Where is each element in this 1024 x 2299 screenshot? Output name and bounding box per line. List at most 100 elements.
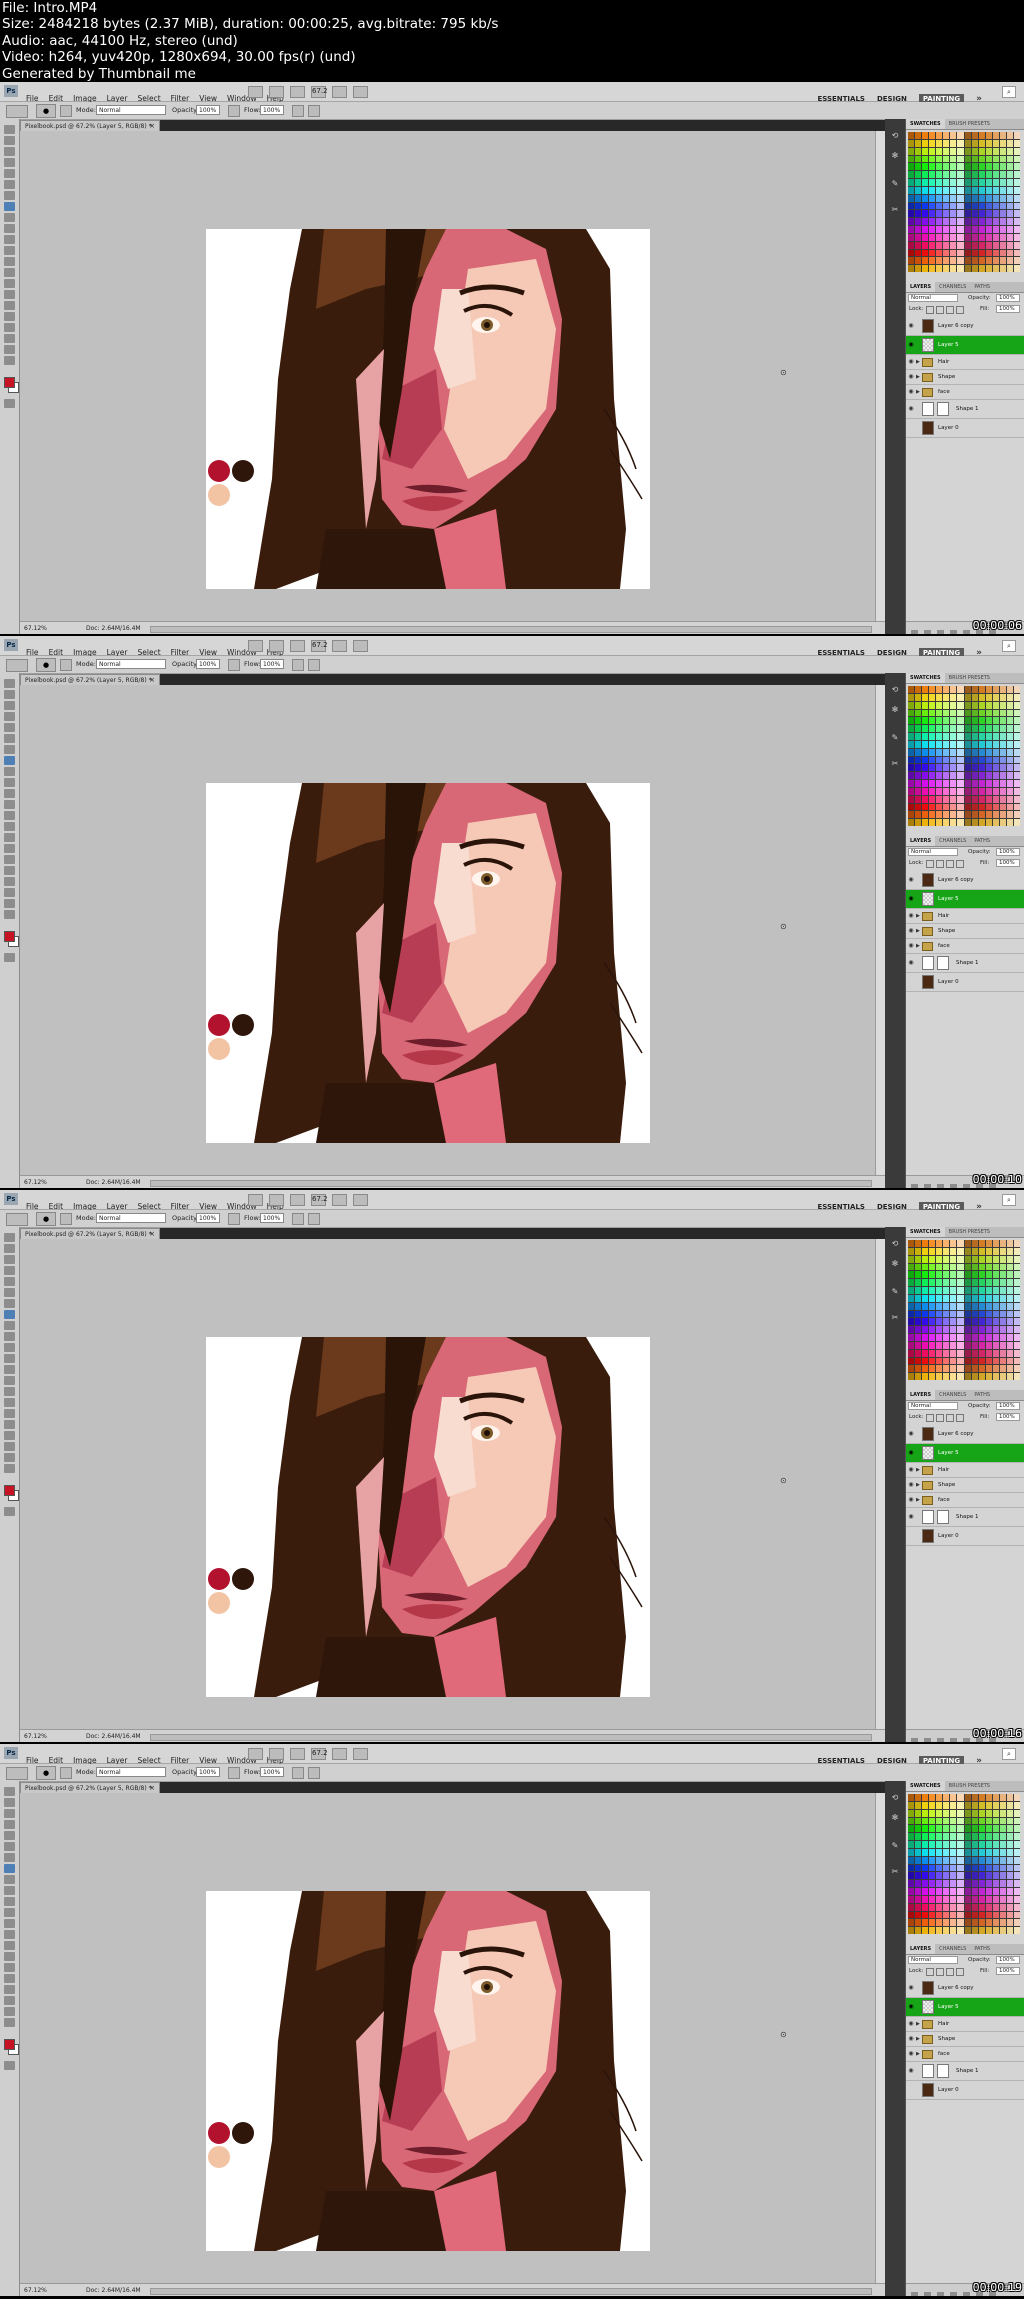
color-swatch[interactable]	[915, 1856, 922, 1864]
color-swatch[interactable]	[971, 1279, 978, 1286]
color-swatch[interactable]	[978, 233, 985, 241]
color-swatch[interactable]	[922, 1833, 929, 1840]
color-swatch[interactable]	[992, 233, 999, 241]
color-swatch[interactable]	[999, 233, 1006, 241]
color-swatch[interactable]	[943, 1817, 950, 1825]
marquee-tool-icon[interactable]	[4, 1244, 15, 1253]
color-swatch[interactable]	[999, 218, 1006, 225]
color-swatch[interactable]	[999, 780, 1006, 787]
color-swatch[interactable]	[999, 1911, 1006, 1919]
mini-bridge-icon[interactable]	[269, 86, 284, 98]
color-swatch[interactable]	[950, 1365, 957, 1373]
color-swatch[interactable]	[908, 787, 915, 795]
blend-mode-select[interactable]: Normal	[908, 1402, 958, 1410]
color-swatch[interactable]	[999, 1872, 1006, 1880]
color-swatch[interactable]	[943, 1318, 950, 1326]
color-swatch[interactable]	[915, 1310, 922, 1318]
tool-preset-picker[interactable]	[6, 1213, 28, 1226]
color-swatch[interactable]	[978, 186, 985, 194]
color-swatch[interactable]	[950, 1279, 957, 1286]
color-swatch[interactable]	[929, 780, 936, 787]
color-swatch[interactable]	[971, 717, 978, 725]
color-swatch[interactable]	[929, 1801, 936, 1809]
blur-tool-icon[interactable]	[4, 811, 15, 820]
color-swatch[interactable]	[915, 139, 922, 147]
eye-icon[interactable]: ◉	[907, 871, 915, 889]
color-swatch[interactable]	[978, 1817, 985, 1825]
lock-transparency-icon[interactable]	[926, 1414, 934, 1422]
color-swatch[interactable]	[978, 241, 985, 249]
color-swatch[interactable]	[908, 717, 915, 725]
horizontal-scrollbar[interactable]	[150, 626, 872, 633]
color-swatch[interactable]	[943, 202, 950, 210]
pressure-opacity-icon[interactable]	[228, 105, 240, 117]
color-swatch[interactable]	[992, 780, 999, 787]
clone-tool-icon[interactable]	[4, 767, 15, 776]
color-swatch[interactable]	[964, 1310, 971, 1318]
color-swatch[interactable]	[929, 772, 936, 779]
brush-tool-icon[interactable]	[4, 202, 15, 211]
color-swatch[interactable]	[971, 1334, 978, 1341]
color-swatch[interactable]	[908, 725, 915, 732]
color-swatch[interactable]	[971, 803, 978, 811]
color-swatch[interactable]	[1013, 725, 1020, 732]
color-swatch[interactable]	[964, 1247, 971, 1255]
color-swatch[interactable]	[915, 186, 922, 194]
color-swatch[interactable]	[992, 1919, 999, 1927]
color-swatch[interactable]	[936, 265, 943, 272]
color-swatch[interactable]	[985, 1825, 992, 1833]
color-swatch[interactable]	[908, 171, 915, 178]
color-swatch[interactable]	[908, 179, 915, 186]
color-swatch[interactable]	[943, 811, 950, 819]
color-swatch[interactable]	[978, 210, 985, 218]
color-swatch[interactable]	[915, 226, 922, 233]
path-select-tool-icon[interactable]	[4, 301, 15, 310]
color-swatch[interactable]	[978, 1833, 985, 1840]
color-swatch[interactable]	[922, 1794, 929, 1801]
search-icon[interactable]: ⌕	[1002, 1748, 1016, 1760]
color-swatch[interactable]	[957, 795, 964, 803]
color-swatch[interactable]	[978, 717, 985, 725]
color-swatch[interactable]	[971, 1817, 978, 1825]
color-swatch[interactable]	[950, 772, 957, 779]
color-swatch[interactable]	[950, 1302, 957, 1310]
tab-brush-presets[interactable]: BRUSH PRESETS	[945, 119, 994, 129]
color-swatch[interactable]	[971, 693, 978, 701]
color-swatch[interactable]	[908, 249, 915, 257]
status-doc-size[interactable]: Doc: 2.64M/16.4M	[86, 2284, 141, 2296]
color-swatch[interactable]	[950, 210, 957, 218]
color-swatch[interactable]	[950, 1895, 957, 1903]
clone-source-icon[interactable]: ✂	[890, 759, 900, 769]
color-swatch[interactable]	[971, 1801, 978, 1809]
color-swatch[interactable]	[936, 1856, 943, 1864]
color-swatch[interactable]	[978, 1864, 985, 1872]
color-swatch[interactable]	[964, 1888, 971, 1895]
color-swatch[interactable]	[915, 709, 922, 717]
color-swatch[interactable]	[985, 811, 992, 819]
color-swatch[interactable]	[929, 1888, 936, 1895]
mini-bridge-icon[interactable]	[269, 1194, 284, 1206]
color-swatch[interactable]	[915, 1801, 922, 1809]
color-swatch[interactable]	[915, 1911, 922, 1919]
color-swatch[interactable]	[999, 1817, 1006, 1825]
color-swatch[interactable]	[908, 241, 915, 249]
color-swatch[interactable]	[1006, 1341, 1013, 1349]
color-swatch[interactable]	[985, 1872, 992, 1880]
color-swatch[interactable]	[1013, 1263, 1020, 1271]
color-swatch[interactable]	[943, 1373, 950, 1380]
color-swatch[interactable]	[922, 1365, 929, 1373]
3d-orbit-tool-icon[interactable]	[4, 1442, 15, 1451]
color-swatch[interactable]	[908, 202, 915, 210]
color-swatch[interactable]	[971, 233, 978, 241]
3d-rotate-tool-icon[interactable]	[4, 877, 15, 886]
color-swatch[interactable]	[992, 1373, 999, 1380]
color-swatch[interactable]	[992, 1927, 999, 1934]
marquee-tool-icon[interactable]	[4, 1798, 15, 1807]
color-swatch[interactable]	[929, 1856, 936, 1864]
color-swatch[interactable]	[936, 1279, 943, 1286]
color-swatch[interactable]	[936, 1255, 943, 1263]
color-swatch[interactable]	[943, 803, 950, 811]
color-swatch[interactable]	[964, 1833, 971, 1840]
color-swatch[interactable]	[915, 1373, 922, 1380]
color-swatch[interactable]	[943, 249, 950, 257]
